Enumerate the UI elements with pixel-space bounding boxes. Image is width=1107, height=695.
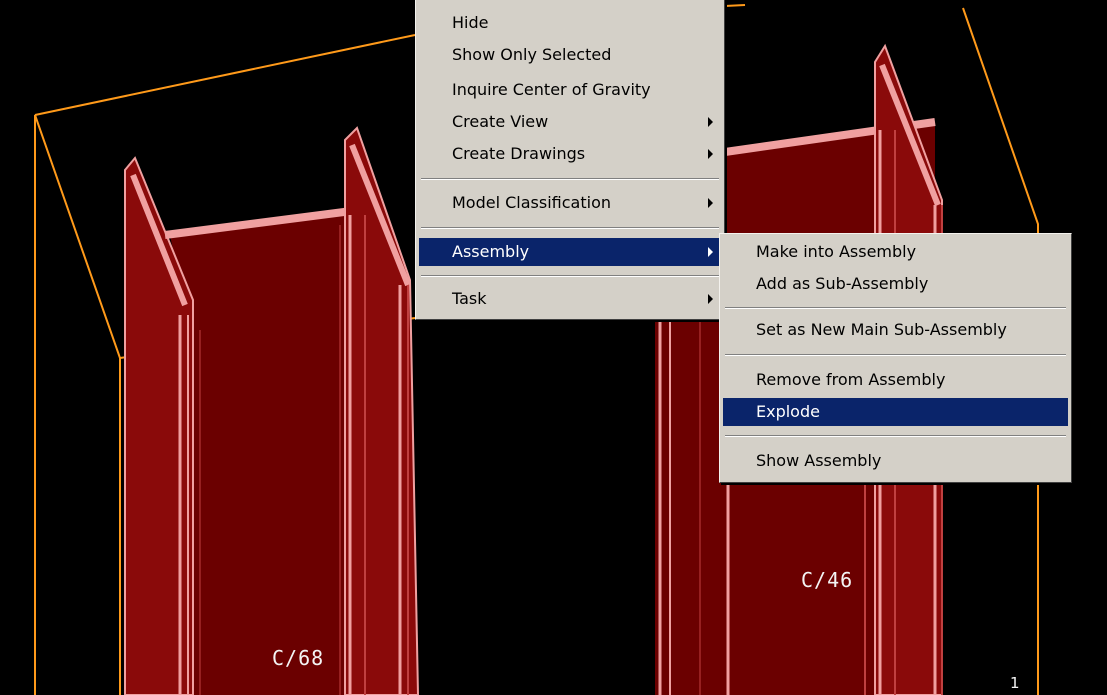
- menu-item-set-as-new-main-sub-assembly[interactable]: Set as New Main Sub-Assembly: [723, 318, 1068, 342]
- assembly-submenu: Make into Assembly Add as Sub-Assembly S…: [719, 233, 1072, 483]
- menu-item-task[interactable]: Task: [419, 287, 721, 311]
- menu-item-label: Inquire Center of Gravity: [452, 80, 651, 99]
- menu-item-hide[interactable]: Hide: [419, 11, 721, 35]
- channel-part-c68[interactable]: [124, 126, 420, 695]
- bounding-box-left-top-edge: [34, 34, 416, 116]
- menu-item-add-as-sub-assembly[interactable]: Add as Sub-Assembly: [723, 272, 1068, 296]
- menu-item-label: Set as New Main Sub-Assembly: [756, 320, 1007, 339]
- menu-separator: [421, 275, 719, 277]
- menu-item-assembly[interactable]: Assembly: [419, 238, 721, 266]
- menu-item-show-only-selected[interactable]: Show Only Selected: [419, 43, 721, 67]
- menu-item-label: Assembly: [452, 242, 530, 261]
- menu-separator: [725, 354, 1066, 356]
- menu-item-make-into-assembly[interactable]: Make into Assembly: [723, 240, 1068, 264]
- menu-item-label: Hide: [452, 13, 489, 32]
- menu-item-label: Model Classification: [452, 193, 611, 212]
- menu-separator: [421, 178, 719, 180]
- menu-item-remove-from-assembly[interactable]: Remove from Assembly: [723, 368, 1068, 392]
- part-mark-c68: C/68: [272, 646, 325, 670]
- menu-item-inquire-center-of-gravity[interactable]: Inquire Center of Gravity: [419, 78, 721, 102]
- menu-item-explode[interactable]: Explode: [723, 398, 1068, 426]
- menu-item-label: Task: [452, 289, 487, 308]
- menu-item-create-view[interactable]: Create View: [419, 110, 721, 134]
- context-menu: Hide Show Only Selected Inquire Center o…: [415, 0, 725, 320]
- menu-separator: [725, 307, 1066, 309]
- part-mark-c46: C/46: [801, 568, 854, 592]
- menu-item-model-classification[interactable]: Model Classification: [419, 191, 721, 215]
- menu-item-label: Make into Assembly: [756, 242, 917, 261]
- menu-item-label: Show Only Selected: [452, 45, 612, 64]
- submenu-arrow-icon: [708, 294, 713, 304]
- menu-item-create-drawings[interactable]: Create Drawings: [419, 142, 721, 166]
- menu-item-label: Create View: [452, 112, 549, 131]
- menu-item-label: Create Drawings: [452, 144, 586, 163]
- submenu-arrow-icon: [708, 198, 713, 208]
- menu-item-label: Explode: [756, 402, 820, 421]
- menu-item-label: Show Assembly: [756, 451, 882, 470]
- submenu-arrow-icon: [708, 117, 713, 127]
- menu-item-label: Remove from Assembly: [756, 370, 946, 389]
- bounding-box-left: [34, 114, 121, 695]
- corner-number: 1: [1010, 674, 1021, 692]
- menu-separator: [725, 435, 1066, 437]
- submenu-arrow-icon: [708, 247, 713, 257]
- submenu-arrow-icon: [708, 149, 713, 159]
- menu-item-label: Add as Sub-Assembly: [756, 274, 929, 293]
- menu-separator: [421, 227, 719, 229]
- menu-item-show-assembly[interactable]: Show Assembly: [723, 449, 1068, 473]
